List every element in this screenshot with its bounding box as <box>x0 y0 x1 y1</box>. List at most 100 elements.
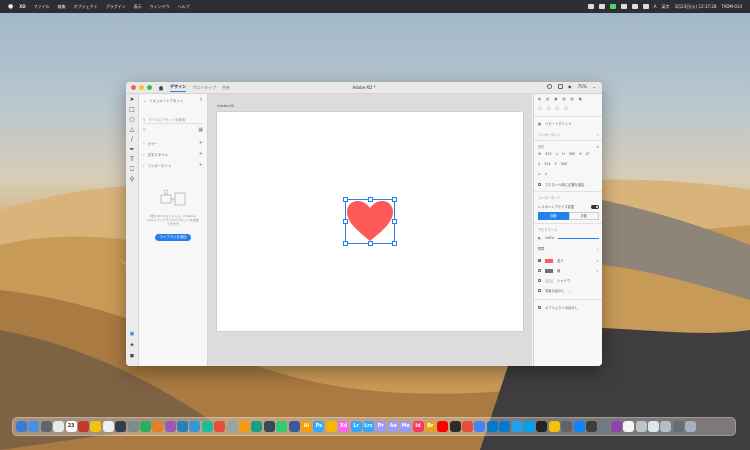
home-icon[interactable] <box>158 85 164 91</box>
dock-app-icon[interactable] <box>40 421 52 432</box>
tab-prototype[interactable]: プロトタイプ <box>192 85 216 91</box>
status-icon[interactable] <box>620 4 627 9</box>
dock-app-icon[interactable]: Id <box>412 421 424 432</box>
boolean-subtract-icon[interactable]: ◯ <box>547 106 551 110</box>
dock-app-icon[interactable]: 23 <box>65 421 77 432</box>
opacity-value[interactable]: 100% <box>545 236 554 240</box>
boolean-intersect-icon[interactable]: ◯ <box>555 106 559 110</box>
resize-handle[interactable] <box>368 197 373 202</box>
dock-app-icon[interactable] <box>102 421 114 432</box>
dock-app-icon[interactable] <box>214 421 226 432</box>
dock-app-icon[interactable] <box>585 421 597 432</box>
filter-icon[interactable]: ▽ <box>143 128 146 132</box>
dock-app-icon[interactable] <box>152 421 164 432</box>
boolean-exclude-icon[interactable]: ◯ <box>564 106 568 110</box>
dock-app-icon[interactable] <box>189 421 201 432</box>
dock-app-icon[interactable] <box>115 421 127 432</box>
dock-app-icon[interactable] <box>288 421 300 432</box>
fix-scroll-checkbox[interactable] <box>538 183 541 186</box>
asset-search[interactable]: ⚲ すべてのアセットを検索 <box>143 116 203 124</box>
minimize-button[interactable] <box>139 85 144 90</box>
dock-app-icon[interactable]: Pr <box>375 421 387 432</box>
dock-app-icon[interactable] <box>276 421 288 432</box>
dock-app-icon[interactable]: Xd <box>338 421 350 432</box>
rectangle-tool-icon[interactable]: □ <box>129 107 135 113</box>
assets-icon[interactable]: ▣ <box>128 331 136 337</box>
dock-app-icon[interactable] <box>139 421 151 432</box>
add-color-icon[interactable]: + <box>199 140 203 146</box>
menu-plugins[interactable]: プラグイン <box>106 4 126 10</box>
dock-app-icon[interactable] <box>623 421 635 432</box>
user-name[interactable]: TADM-014 <box>722 4 742 9</box>
dock-app-icon[interactable]: Lr <box>350 421 362 432</box>
flip-horizontal-icon[interactable]: ⇔ <box>538 172 541 176</box>
wifi-icon[interactable] <box>631 4 638 9</box>
stroke-checkbox[interactable] <box>538 269 541 272</box>
menu-file[interactable]: ファイル <box>34 4 50 10</box>
y-field[interactable]: 309 <box>561 162 567 166</box>
dock-app-icon[interactable] <box>226 421 238 432</box>
dock-app-icon[interactable] <box>449 421 461 432</box>
dock-app-icon[interactable] <box>499 421 511 432</box>
rotation-field[interactable]: 0° <box>586 152 590 156</box>
dock-app-icon[interactable]: Br <box>424 421 436 432</box>
dock-app-icon[interactable] <box>127 421 139 432</box>
dock-app-icon[interactable] <box>660 421 672 432</box>
eyedropper-icon[interactable]: ✓ <box>596 269 599 273</box>
stroke-swatch[interactable] <box>545 268 553 273</box>
cloud-icon[interactable] <box>546 84 552 89</box>
selected-heart[interactable] <box>343 197 397 246</box>
add-style-icon[interactable]: + <box>199 151 203 157</box>
dock-app-icon[interactable] <box>548 421 560 432</box>
dock-app-icon[interactable] <box>53 421 65 432</box>
bg-blur-checkbox[interactable] <box>538 289 541 292</box>
dock-app-icon[interactable] <box>164 421 176 432</box>
dock-app-icon[interactable] <box>16 421 27 432</box>
dock-app-icon[interactable] <box>474 421 486 432</box>
dock-app-icon[interactable] <box>561 421 573 432</box>
resize-handle[interactable] <box>343 219 348 224</box>
dock-app-icon[interactable]: Me <box>400 421 412 432</box>
export-icon[interactable]: ⇧ <box>199 97 203 103</box>
dock-app-icon[interactable] <box>685 421 697 432</box>
resize-handle[interactable] <box>392 219 397 224</box>
section-character-styles[interactable]: › 文字スタイル + <box>143 151 203 157</box>
chevron-down-icon[interactable]: ⌄ <box>569 289 572 293</box>
artboard-label[interactable]: Adobe-XD <box>217 104 234 108</box>
align-top-icon[interactable]: ▧ <box>562 97 565 101</box>
dock-app-icon[interactable] <box>598 421 610 432</box>
line-tool-icon[interactable]: ∕ <box>129 137 135 143</box>
dock-app-icon[interactable] <box>573 421 585 432</box>
resize-handle[interactable] <box>392 241 397 246</box>
artboard[interactable] <box>217 112 523 331</box>
lock-aspect-icon[interactable]: ∞ <box>556 152 559 156</box>
close-button[interactable] <box>131 85 136 90</box>
dock-app-icon[interactable] <box>635 421 647 432</box>
menu-edit[interactable]: 編集 <box>58 4 66 10</box>
device-preview-icon[interactable] <box>557 84 563 89</box>
menu-app-name[interactable]: XD <box>19 4 25 9</box>
dock-app-icon[interactable] <box>672 421 684 432</box>
shadow-checkbox[interactable] <box>538 279 541 282</box>
dock-app-icon[interactable] <box>437 421 449 432</box>
menu-view[interactable]: 表示 <box>134 4 142 10</box>
input-source-a[interactable]: A <box>654 4 657 9</box>
fix-scroll-row[interactable]: スクロール時に位置を固定 <box>538 182 599 187</box>
resize-handle[interactable] <box>343 241 348 246</box>
chevron-down-icon[interactable]: ⌄ <box>143 98 146 103</box>
dock-app-icon[interactable] <box>177 421 189 432</box>
manual-option[interactable]: 手動 <box>568 212 599 220</box>
section-components[interactable]: › コンポーネント + <box>143 162 203 168</box>
dock-app-icon[interactable] <box>28 421 40 432</box>
play-icon[interactable]: ▶ <box>569 84 572 89</box>
dock-app-icon[interactable] <box>486 421 498 432</box>
add-icon[interactable]: + <box>596 133 599 137</box>
dock-app-icon[interactable] <box>239 421 251 432</box>
chevron-down-icon[interactable]: ⌄ <box>596 247 599 251</box>
fill-checkbox[interactable] <box>538 259 541 262</box>
pen-tool-icon[interactable]: ✒ <box>129 147 135 153</box>
flip-vertical-icon[interactable]: ⇕ <box>545 172 548 176</box>
dock-app-icon[interactable]: Ae <box>387 421 399 432</box>
status-icon[interactable] <box>609 4 616 9</box>
search-input[interactable]: すべてのアセットを検索 <box>148 117 185 122</box>
